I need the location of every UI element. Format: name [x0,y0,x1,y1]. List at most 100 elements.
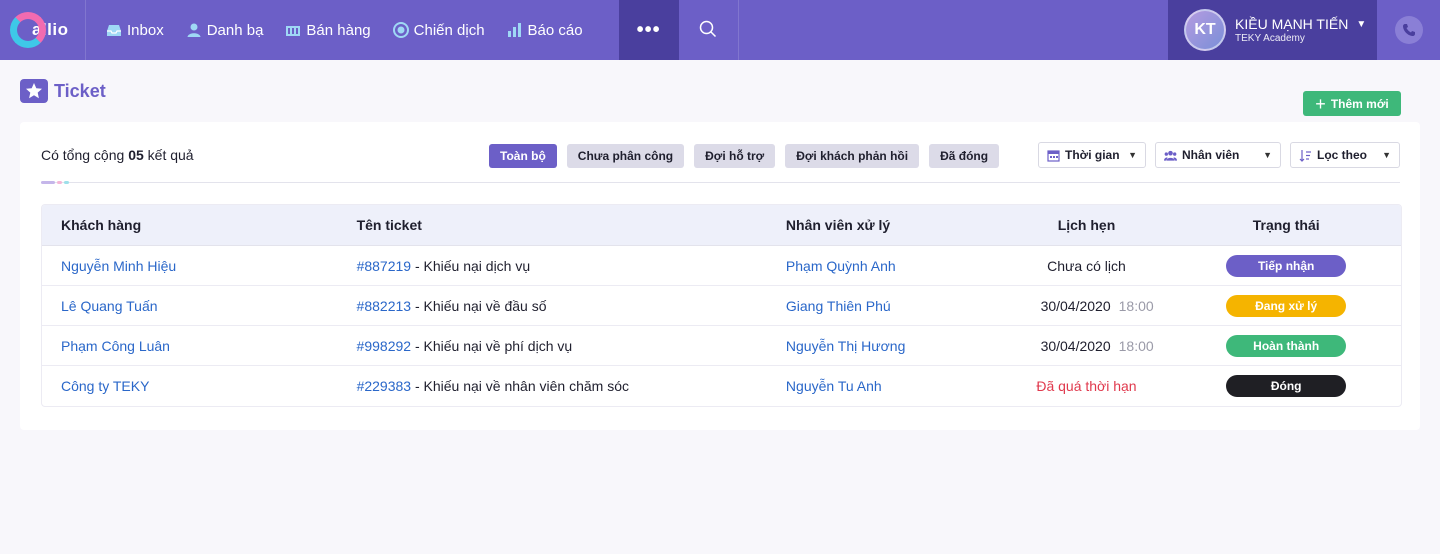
team-icon [1164,149,1177,162]
user-info: KIỀU MẠNH TIẾN ▼ TEKY Academy [1235,16,1366,44]
nav-label: Danh bạ [206,21,264,39]
indicator-dot [57,181,62,184]
sales-icon [285,22,301,38]
result-count-number: 05 [128,147,144,163]
status-badge: Hoàn thành [1226,334,1347,357]
ticket-name: - Khiếu nại về nhân viên chăm sóc [411,378,629,394]
call-button[interactable] [1377,0,1440,60]
ticket-star-icon [20,79,48,103]
appointment-time: 18:00 [1118,297,1154,314]
table-row[interactable]: Lê Quang Tuấn #882213 - Khiếu nại về đầu… [42,286,1401,326]
ticket-id-link[interactable]: #998292 [357,338,412,354]
contacts-icon [186,22,202,38]
ticket-table: Khách hàng Tên ticket Nhân viên xử lý Lị… [41,204,1402,407]
logo-mark [10,12,46,48]
appointment-overdue: Đã quá thời hạn [1036,378,1137,394]
status-badge: Tiếp nhận [1226,254,1347,277]
customer-link[interactable]: Nguyễn Minh Hiệu [61,258,176,274]
appointment-date: 30/04/2020 [1040,337,1111,354]
tab-unassigned[interactable]: Chưa phân công [566,144,685,168]
nav-item-contacts[interactable]: Danh bạ [186,21,264,39]
tab-waiting-support[interactable]: Đợi hỗ trợ [694,144,776,168]
customer-link[interactable]: Lê Quang Tuấn [61,298,158,314]
nav-item-inbox[interactable]: Inbox [106,22,164,39]
user-menu[interactable]: KT KIỀU MẠNH TIẾN ▼ TEKY Academy [1168,0,1377,60]
campaign-icon [392,22,409,38]
page-title-text: Ticket [54,80,106,101]
divider [41,182,1400,183]
more-icon: ••• [636,18,661,41]
staff-link[interactable]: Giang Thiên Phú [786,298,891,314]
result-count-suffix: kết quả [147,147,194,163]
add-new-button[interactable]: + Thêm mới [1303,91,1401,116]
appointment-time: 18:00 [1118,337,1154,354]
indicator-dot [64,181,69,184]
ticket-card: Có tổng cộng 05 kết quả Toàn bộ Chưa phâ… [20,122,1420,430]
more-menu-button[interactable]: ••• [618,0,679,60]
staff-link[interactable]: Nguyễn Tu Anh [786,378,882,394]
result-count: Có tổng cộng 05 kết quả [41,147,194,163]
ticket-name: - Khiếu nại về đầu số [411,297,547,314]
indicator-dot [41,181,55,184]
nav-label: Chiến dịch [413,21,485,39]
filter-bar: Thời gian ▼ Nhân viên ▼ Lọc theo ▼ [1038,142,1400,168]
plus-icon: + [1315,93,1326,114]
page-title: Ticket [20,79,106,103]
customer-link[interactable]: Công ty TEKY [61,378,149,394]
table-row[interactable]: Công ty TEKY #229383 - Khiếu nại về nhân… [42,366,1401,406]
ticket-name: - Khiếu nại dịch vụ [411,257,531,274]
filter-sort[interactable]: Lọc theo ▼ [1290,142,1400,168]
tab-all[interactable]: Toàn bộ [489,144,557,168]
appointment-date: Chưa có lịch [1047,257,1126,274]
result-count-prefix: Có tổng cộng [41,147,125,163]
nav-item-campaign[interactable]: Chiến dịch [392,21,485,39]
filter-sort-label: Lọc theo [1317,148,1367,162]
ticket-name: - Khiếu nại về phí dịch vụ [411,337,573,354]
filter-staff[interactable]: Nhân viên ▼ [1155,142,1281,168]
main-nav: Inbox Danh bạ Bán hàng Chiến dịch Báo cá… [86,0,605,60]
staff-link[interactable]: Phạm Quỳnh Anh [786,258,896,274]
user-name-row: KIỀU MẠNH TIẾN ▼ [1235,16,1366,32]
tab-closed[interactable]: Đã đóng [929,144,1000,168]
user-name: KIỀU MẠNH TIẾN [1235,16,1349,32]
table-header: Khách hàng Tên ticket Nhân viên xử lý Lị… [42,205,1401,246]
filter-time[interactable]: Thời gian ▼ [1038,142,1146,168]
status-badge: Đóng [1226,375,1347,397]
appointment-date: 30/04/2020 [1040,297,1111,314]
status-tabs: Toàn bộ Chưa phân công Đợi hỗ trợ Đợi kh… [489,144,1009,168]
nav-label: Bán hàng [306,21,371,39]
tab-indicator [41,181,71,184]
callio-logo[interactable]: allio [0,0,86,60]
report-icon [507,22,523,38]
sort-icon [1299,149,1312,162]
customer-link[interactable]: Phạm Công Luân [61,338,170,354]
add-new-label: Thêm mới [1330,96,1389,111]
user-org: TEKY Academy [1235,33,1305,44]
nav-item-sales[interactable]: Bán hàng [285,21,371,39]
caret-down-icon: ▼ [1382,150,1391,160]
col-status: Trạng thái [1252,217,1320,233]
tab-waiting-customer[interactable]: Đợi khách phản hồi [785,144,920,168]
calendar-icon [1047,149,1060,162]
ticket-id-link[interactable]: #229383 [357,378,412,394]
col-staff: Nhân viên xử lý [785,217,891,233]
nav-label: Inbox [127,21,164,39]
col-appointment: Lịch hẹn [1057,217,1116,233]
top-navbar: allio Inbox Danh bạ Bán hàng Chiến dịch … [0,0,1440,60]
search-icon [699,20,717,41]
caret-down-icon: ▼ [1263,150,1272,160]
caret-down-icon: ▼ [1128,150,1137,160]
table-row[interactable]: Phạm Công Luân #998292 - Khiếu nại về ph… [42,326,1401,366]
col-ticket-name: Tên ticket [356,217,422,233]
staff-link[interactable]: Nguyễn Thị Hương [786,338,905,354]
avatar: KT [1184,9,1226,51]
ticket-id-link[interactable]: #882213 [357,298,412,314]
col-customer: Khách hàng [61,217,142,233]
nav-item-report[interactable]: Báo cáo [507,22,583,39]
search-button[interactable] [679,0,739,60]
filter-staff-label: Nhân viên [1182,148,1240,162]
ticket-id-link[interactable]: #887219 [357,258,412,274]
nav-label: Báo cáo [527,21,583,39]
filter-time-label: Thời gian [1065,148,1120,162]
table-row[interactable]: Nguyễn Minh Hiệu #887219 - Khiếu nại dịc… [42,246,1401,286]
